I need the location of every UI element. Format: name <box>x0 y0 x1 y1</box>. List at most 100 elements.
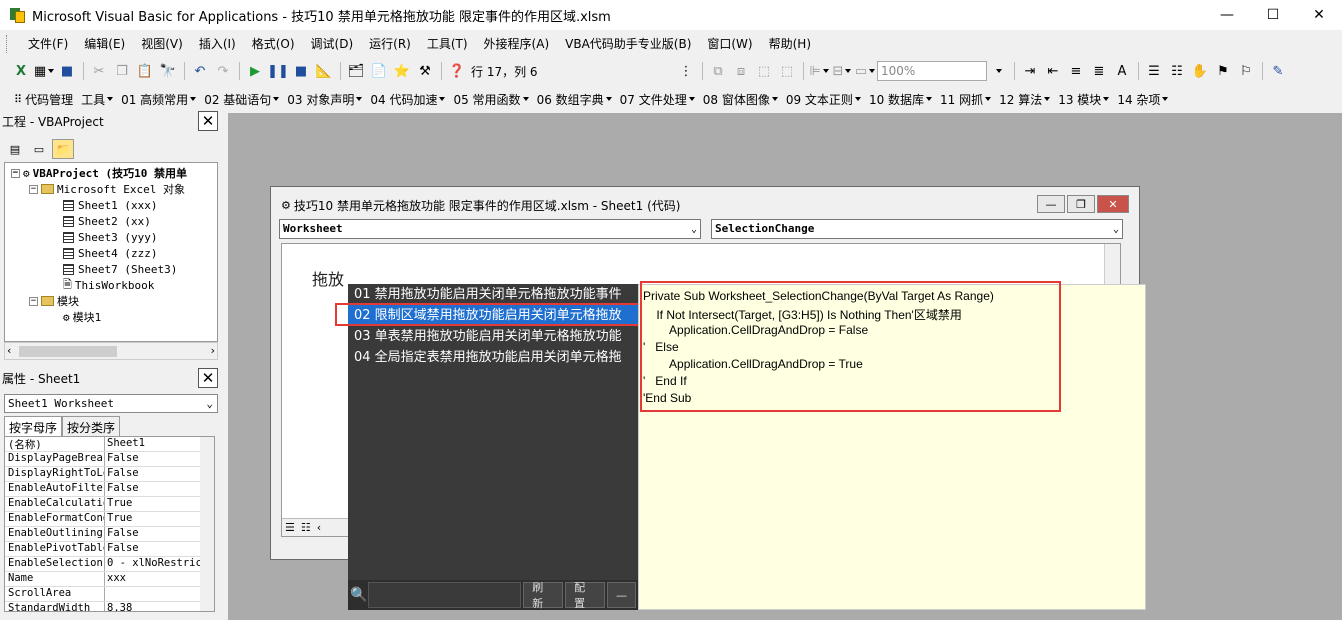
collapse-button[interactable]: — <box>607 582 636 608</box>
menu-window[interactable]: 窗口(W) <box>699 32 760 56</box>
prop-row[interactable]: EnableSelection 0 - xlNoRestric <box>5 557 214 572</box>
next-bookmark-icon[interactable]: ⚐ <box>1235 60 1257 82</box>
menu-debug[interactable]: 调试(D) <box>303 32 362 56</box>
properties-vscroll[interactable] <box>200 437 214 611</box>
bookmark-icon[interactable]: ⚑ <box>1212 60 1234 82</box>
menu-help[interactable]: 帮助(H) <box>761 32 819 56</box>
edit-pen-icon[interactable]: ✎ <box>1267 60 1289 82</box>
tree-sheet3[interactable]: Sheet3 (yyy) <box>63 229 157 245</box>
view-code-icon[interactable]: ▤ <box>4 139 26 159</box>
code-manager-button[interactable]: ⠿ 代码管理 <box>10 91 77 108</box>
tree-excel-objects[interactable]: − Microsoft Excel 对象 <box>29 181 185 197</box>
tools-menu[interactable]: 工具 <box>77 91 117 108</box>
tree-sheet1[interactable]: Sheet1 (xxx) <box>63 197 157 213</box>
maximize-button[interactable]: ☐ <box>1250 0 1296 30</box>
menu-06-array[interactable]: 06 数组字典 <box>533 91 616 108</box>
scroll-left-icon[interactable]: ‹ <box>7 344 11 357</box>
procedure-view-icon[interactable]: ☰ <box>285 521 295 534</box>
align-icon[interactable]: ⧈ <box>730 60 752 82</box>
refresh-button[interactable]: 刷新 <box>523 581 564 610</box>
run-icon[interactable]: ▶ <box>244 60 266 82</box>
project-explorer-icon[interactable]: 🗂 <box>345 60 367 82</box>
tree-thisworkbook[interactable]: 🗎 ThisWorkbook <box>63 277 154 293</box>
prop-row[interactable]: EnableFormatCond True <box>5 512 214 527</box>
view-object-icon[interactable]: ▭ <box>28 139 50 159</box>
help-icon[interactable]: ❓ <box>446 60 468 82</box>
group-icon[interactable]: ⬚ <box>753 60 775 82</box>
toolbox-icon[interactable]: ⚒ <box>414 60 436 82</box>
hand-icon[interactable]: ✋ <box>1189 60 1211 82</box>
cut-icon[interactable]: ✂ <box>88 60 110 82</box>
tree-sheet4[interactable]: Sheet4 (zzz) <box>63 245 157 261</box>
menu-format[interactable]: 格式(O) <box>244 32 303 56</box>
menu-07-file[interactable]: 07 文件处理 <box>616 91 699 108</box>
tree-modules[interactable]: − 模块 <box>29 293 79 309</box>
properties-close-icon[interactable]: ✕ <box>198 368 218 388</box>
menu-view[interactable]: 视图(V) <box>133 32 191 56</box>
save-icon[interactable]: ■ <box>56 60 78 82</box>
comment-icon[interactable]: ≡ <box>1065 60 1087 82</box>
menu-08-form[interactable]: 08 窗体图像 <box>699 91 782 108</box>
snippet-item[interactable]: 01 禁用拖放功能启用关闭单元格拖放功能事件 <box>348 284 638 305</box>
code-close-icon[interactable]: ✕ <box>1097 195 1129 213</box>
size-icon[interactable]: ▭ <box>854 60 876 82</box>
redo-icon[interactable]: ↷ <box>212 60 234 82</box>
copy-icon[interactable]: ❐ <box>111 60 133 82</box>
zoom-dropdown-icon[interactable] <box>987 60 1009 82</box>
menu-05-functions[interactable]: 05 常用函数 <box>449 91 532 108</box>
break-icon[interactable]: ❚❚ <box>267 60 289 82</box>
menu-run[interactable]: 运行(R) <box>361 32 419 56</box>
toolbar-overflow-icon[interactable]: ⋮ <box>675 60 697 82</box>
scroll-left-icon[interactable]: ‹ <box>317 521 321 534</box>
prop-row[interactable]: (名称) Sheet1 <box>5 437 214 452</box>
close-button[interactable]: ✕ <box>1296 0 1342 30</box>
snippet-item[interactable]: 03 单表禁用拖放功能启用关闭单元格拖放功能 <box>348 326 638 347</box>
prop-row[interactable]: EnableCalculatio True <box>5 497 214 512</box>
menu-edit[interactable]: 编辑(E) <box>76 32 133 56</box>
reset-icon[interactable]: ■ <box>290 60 312 82</box>
prop-row[interactable]: Name xxx <box>5 572 214 587</box>
paste-icon[interactable]: 📋 <box>134 60 156 82</box>
full-module-view-icon[interactable]: ☷ <box>301 521 311 534</box>
scroll-right-icon[interactable]: › <box>211 344 215 357</box>
tab-categorized[interactable]: 按分类序 <box>62 416 121 436</box>
menu-04-speedup[interactable]: 04 代码加速 <box>366 91 449 108</box>
minimize-button[interactable]: — <box>1204 0 1250 30</box>
code-restore-icon[interactable]: ❐ <box>1067 195 1095 213</box>
prop-row[interactable]: EnablePivotTable False <box>5 542 214 557</box>
list-props-icon[interactable]: ☷ <box>1166 60 1188 82</box>
object-select[interactable]: Sheet1 Worksheet ⌄ <box>4 394 218 413</box>
tree-sheet7[interactable]: Sheet7 (Sheet3) <box>63 261 177 277</box>
menu-file[interactable]: 文件(F) <box>20 32 76 56</box>
menu-tools[interactable]: 工具(T) <box>419 32 476 56</box>
project-close-icon[interactable]: ✕ <box>198 111 218 131</box>
config-button[interactable]: 配置 <box>565 581 605 610</box>
project-hscroll[interactable]: ‹ › <box>4 342 218 360</box>
tree-vbaproject[interactable]: − ⚙ VBAProject (技巧10 禁用单 <box>11 165 187 181</box>
menu-09-regex[interactable]: 09 文本正则 <box>782 91 865 108</box>
menu-13-module[interactable]: 13 模块 <box>1054 91 1113 108</box>
menu-insert[interactable]: 插入(I) <box>191 32 244 56</box>
align-left-icon[interactable]: ⊫ <box>808 60 830 82</box>
insert-userform-icon[interactable]: ▦ <box>33 60 55 82</box>
center-icon[interactable]: ⊟ <box>831 60 853 82</box>
snippet-item[interactable]: 04 全局指定表禁用拖放功能启用关闭单元格拖 <box>348 347 638 368</box>
toggle-folders-icon[interactable]: 📁 <box>52 139 74 159</box>
menu-03-object[interactable]: 03 对象声明 <box>283 91 366 108</box>
menu-10-db[interactable]: 10 数据库 <box>865 91 936 108</box>
procedure-combo[interactable]: SelectionChange ⌄ <box>711 219 1123 239</box>
uncomment-icon[interactable]: ≣ <box>1088 60 1110 82</box>
prop-row[interactable]: EnableAutoFilter False <box>5 482 214 497</box>
copy-format-icon[interactable]: ⧉ <box>707 60 729 82</box>
tab-alphabetic[interactable]: 按字母序 <box>4 416 63 436</box>
menu-addins[interactable]: 外接程序(A) <box>476 32 558 56</box>
excel-icon[interactable]: X <box>10 60 32 82</box>
prop-row[interactable]: DisplayPageBreak False <box>5 452 214 467</box>
menu-14-misc[interactable]: 14 杂项 <box>1113 91 1172 108</box>
menu-11-web[interactable]: 11 网抓 <box>936 91 995 108</box>
undo-icon[interactable]: ↶ <box>189 60 211 82</box>
indent-icon[interactable]: ⇥ <box>1019 60 1041 82</box>
prop-row[interactable]: StandardWidth 8.38 <box>5 602 214 611</box>
design-mode-icon[interactable]: 📐 <box>313 60 335 82</box>
find-icon[interactable]: 🔭 <box>157 60 179 82</box>
